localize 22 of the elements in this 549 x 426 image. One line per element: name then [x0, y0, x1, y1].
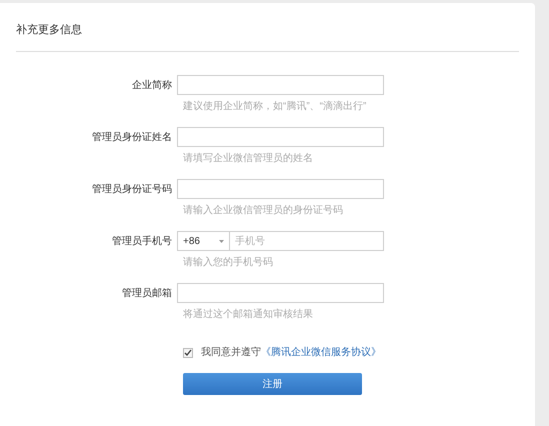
register-button[interactable]: 注册 [183, 373, 362, 395]
field-label: 企业简称 [132, 80, 172, 90]
field-hint: 请输入企业微信管理员的身份证号码 [183, 205, 343, 216]
field-label: 管理员身份证号码 [92, 184, 172, 194]
country-code-select[interactable]: +86 [177, 231, 230, 251]
text-field[interactable] [177, 283, 384, 303]
field-label: 管理员邮箱 [122, 288, 172, 298]
text-field[interactable] [177, 127, 384, 147]
agree-checkbox[interactable] [183, 348, 193, 358]
field-label: 管理员身份证姓名 [92, 132, 172, 142]
field-hint: 将通过这个邮箱通知审核结果 [183, 309, 313, 320]
field-hint: 请填写企业微信管理员的姓名 [183, 153, 313, 164]
caret-icon [219, 240, 224, 242]
field-hint: 建议使用企业简称，如“腾讯”、“滴滴出行” [183, 101, 366, 112]
agreement-link[interactable]: 《腾讯企业微信服务协议》 [261, 347, 381, 358]
phone-field[interactable]: 手机号 [230, 231, 384, 251]
field-label: 管理员手机号 [112, 236, 172, 246]
section-title: 补充更多信息 [16, 24, 82, 36]
text-field[interactable] [177, 179, 384, 199]
agreement-text: 我同意并遵守《腾讯企业微信服务协议》 [201, 346, 381, 360]
field-hint: 请输入您的手机号码 [183, 257, 273, 268]
text-field[interactable] [177, 75, 384, 95]
